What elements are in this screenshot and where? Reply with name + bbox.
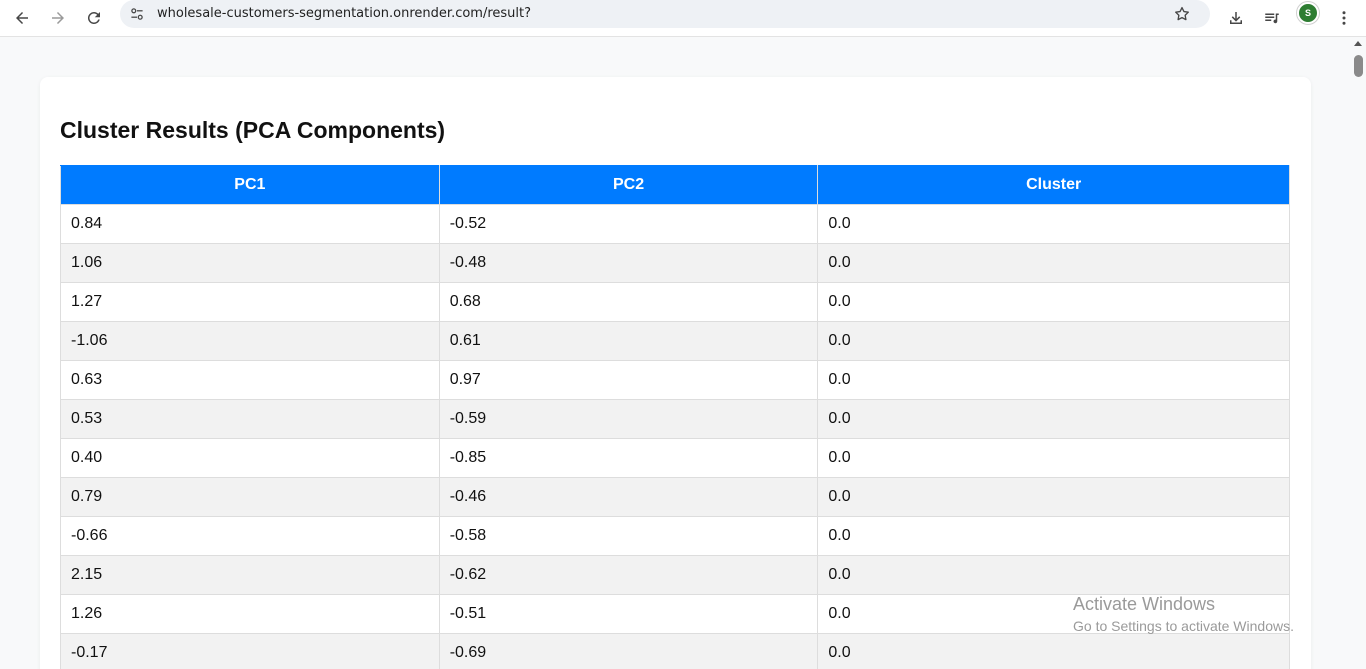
cell-pc2: -0.62	[438, 555, 819, 595]
table-row: 0.40 -0.85 0.0	[60, 438, 1290, 478]
watermark-subtitle: Go to Settings to activate Windows.	[1073, 618, 1294, 634]
cell-pc1: -0.17	[60, 633, 440, 669]
arrow-right-icon	[52, 12, 64, 24]
cell-pc2: -0.58	[438, 516, 819, 556]
table-row: -1.06 0.61 0.0	[60, 321, 1290, 361]
cell-cluster: 0.0	[817, 243, 1290, 283]
table-row: 1.27 0.68 0.0	[60, 282, 1290, 322]
cell-cluster: 0.0	[817, 282, 1290, 322]
table-row: 1.06 -0.48 0.0	[60, 243, 1290, 283]
reload-button[interactable]	[79, 3, 109, 33]
cell-pc2: -0.85	[438, 438, 819, 478]
table-row: 0.63 0.97 0.0	[60, 360, 1290, 400]
reload-icon	[87, 11, 100, 24]
menu-button[interactable]	[1329, 3, 1359, 33]
cell-pc2: 0.97	[438, 360, 819, 400]
results-card: Cluster Results (PCA Components) PC1 PC2…	[40, 77, 1311, 669]
cell-cluster: 0.0	[817, 516, 1290, 556]
cell-pc1: 1.27	[60, 282, 440, 322]
table-row: 0.79 -0.46 0.0	[60, 477, 1290, 517]
forward-button[interactable]	[43, 3, 73, 33]
cell-pc2: 0.61	[438, 321, 819, 361]
queue-music-icon	[1265, 13, 1279, 24]
page-title: Cluster Results (PCA Components)	[60, 117, 446, 143]
cell-cluster: 0.0	[817, 438, 1290, 478]
page-scrollbar[interactable]	[1350, 37, 1366, 669]
cell-pc1: 1.26	[60, 594, 440, 634]
cell-cluster: 0.0	[817, 477, 1290, 517]
media-controls-button[interactable]	[1257, 3, 1287, 33]
table-row: 0.84 -0.52 0.0	[60, 204, 1290, 244]
column-header-cluster: Cluster	[817, 165, 1290, 205]
browser-toolbar: wholesale-customers-segmentation.onrende…	[0, 0, 1366, 37]
cell-pc1: 0.40	[60, 438, 440, 478]
cell-pc1: 0.53	[60, 399, 440, 439]
cell-cluster: 0.0	[817, 360, 1290, 400]
cell-pc2: 0.68	[438, 282, 819, 322]
cell-cluster: 0.0	[817, 204, 1290, 244]
cell-pc1: 0.63	[60, 360, 440, 400]
cell-pc2: -0.69	[438, 633, 819, 669]
column-header-pc2: PC2	[438, 165, 819, 205]
cell-pc2: -0.48	[438, 243, 819, 283]
arrow-left-icon	[16, 12, 28, 24]
table-row: -0.17 -0.69 0.0	[60, 633, 1290, 669]
table-header-row: PC1 PC2 Cluster	[60, 165, 1290, 205]
table-row: -0.66 -0.58 0.0	[60, 516, 1290, 556]
bookmark-star-icon[interactable]	[1172, 4, 1192, 24]
cell-pc1: 0.79	[60, 477, 440, 517]
more-vertical-icon	[1342, 11, 1346, 25]
cell-pc1: -1.06	[60, 321, 440, 361]
column-header-pc1: PC1	[60, 165, 440, 205]
cell-pc1: 0.84	[60, 204, 440, 244]
activate-windows-watermark: Activate Windows Go to Settings to activ…	[1073, 594, 1294, 634]
cell-pc2: -0.59	[438, 399, 819, 439]
cell-cluster: 0.0	[817, 555, 1290, 595]
site-info-icon[interactable]	[128, 5, 146, 23]
url-text[interactable]: wholesale-customers-segmentation.onrende…	[157, 6, 531, 21]
profile-avatar[interactable]: S	[1297, 2, 1319, 24]
download-icon	[1230, 12, 1242, 24]
cell-pc1: 2.15	[60, 555, 440, 595]
scroll-up-arrow-icon[interactable]	[1354, 41, 1362, 46]
cell-cluster: 0.0	[817, 399, 1290, 439]
cell-pc2: -0.46	[438, 477, 819, 517]
watermark-title: Activate Windows	[1073, 594, 1216, 614]
address-bar[interactable]: wholesale-customers-segmentation.onrende…	[120, 0, 1210, 28]
table-row: 2.15 -0.62 0.0	[60, 555, 1290, 595]
cell-pc2: -0.51	[438, 594, 819, 634]
back-button[interactable]	[7, 3, 37, 33]
cell-pc1: -0.66	[60, 516, 440, 556]
cell-pc1: 1.06	[60, 243, 440, 283]
cell-cluster: 0.0	[817, 321, 1290, 361]
cell-pc2: -0.52	[438, 204, 819, 244]
downloads-button[interactable]	[1221, 3, 1251, 33]
cell-cluster: 0.0	[817, 633, 1290, 669]
table-row: 0.53 -0.59 0.0	[60, 399, 1290, 439]
scrollbar-thumb[interactable]	[1354, 55, 1363, 77]
